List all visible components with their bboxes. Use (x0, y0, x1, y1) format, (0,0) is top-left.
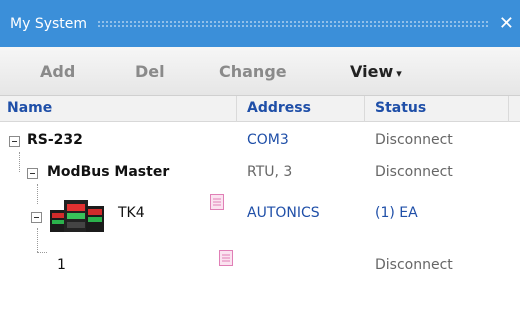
collapse-icon[interactable] (27, 168, 38, 179)
view-menu-button[interactable]: View ▾ (350, 62, 402, 81)
device-tree: RS-232 COM3 Disconnect ModBus Master RTU… (0, 122, 520, 321)
title-bar: My System ✕ (0, 0, 520, 47)
close-icon[interactable]: ✕ (499, 14, 514, 33)
unit1-name: 1 (57, 257, 66, 273)
title-bar-grip[interactable] (97, 19, 489, 28)
change-button[interactable]: Change (219, 62, 287, 81)
column-divider[interactable] (508, 96, 509, 122)
document-icon[interactable] (210, 194, 224, 210)
modbus-address: RTU, 3 (247, 164, 293, 180)
temperature-controller-device-icon (50, 200, 104, 232)
collapse-icon[interactable] (9, 136, 20, 147)
column-divider[interactable] (236, 96, 237, 122)
unit1-status: Disconnect (375, 257, 453, 273)
tree-row-unit-1[interactable]: 1 Disconnect (0, 250, 520, 276)
column-header: Name Address Status (0, 96, 520, 122)
view-label: View (350, 62, 394, 81)
column-status-header[interactable]: Status (375, 100, 426, 116)
tree-row-rs232[interactable]: RS-232 COM3 Disconnect (0, 132, 520, 154)
chevron-down-icon: ▾ (396, 67, 402, 80)
tk4-status: (1) EA (375, 205, 418, 221)
rs232-address: COM3 (247, 132, 289, 148)
column-divider[interactable] (364, 96, 365, 122)
document-icon[interactable] (219, 250, 233, 266)
toolbar: Add Del Change View ▾ (0, 47, 520, 96)
tree-row-tk4[interactable]: TK4 AUTONICS (1) EA (0, 194, 520, 234)
column-name-header[interactable]: Name (7, 100, 52, 116)
rs232-status: Disconnect (375, 132, 453, 148)
del-button[interactable]: Del (135, 62, 165, 81)
collapse-icon[interactable] (31, 212, 42, 223)
tk4-name: TK4 (118, 205, 145, 221)
add-button[interactable]: Add (40, 62, 75, 81)
rs232-name: RS-232 (27, 132, 83, 148)
column-address-header[interactable]: Address (247, 100, 311, 116)
window-title: My System (10, 15, 88, 32)
modbus-status: Disconnect (375, 164, 453, 180)
tk4-address: AUTONICS (247, 205, 320, 221)
tree-row-modbus-master[interactable]: ModBus Master RTU, 3 Disconnect (0, 164, 520, 186)
modbus-name: ModBus Master (47, 164, 170, 180)
